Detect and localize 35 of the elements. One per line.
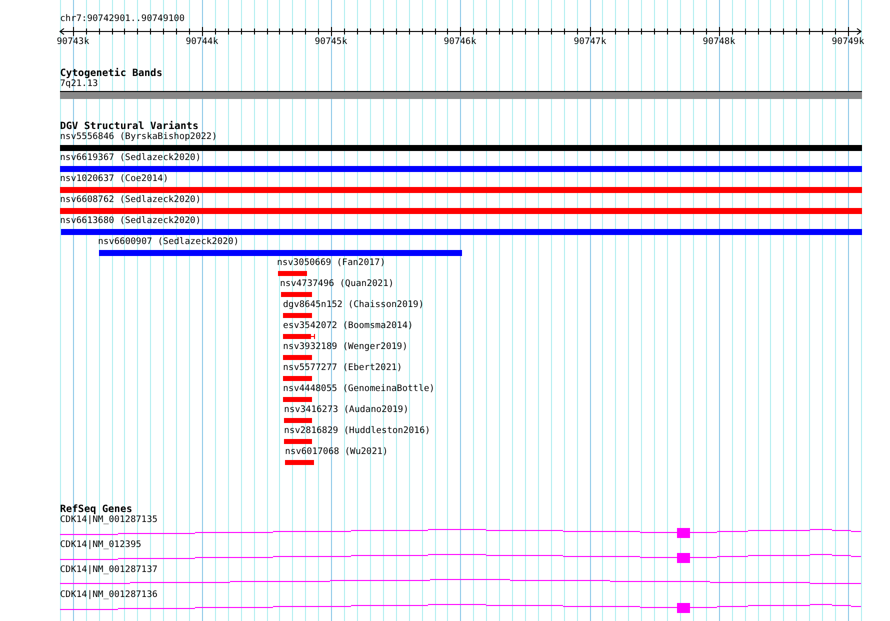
exon-block <box>677 528 690 538</box>
tick-label: 90746k <box>444 37 476 48</box>
tick-label: 90743k <box>56 37 90 48</box>
feature-label: CDK14|NM_012395 <box>60 540 142 551</box>
feature-label: nsv6600907 (Sedlazeck2020) <box>98 237 239 248</box>
track-title: DGV Structural Variants <box>60 121 198 132</box>
feature-label: CDK14|NM_001287137 <box>60 565 158 576</box>
feature-label: esv3542072 (Boomsma2014) <box>283 321 414 332</box>
feature-label: CDK14|NM_001287135 <box>60 515 158 526</box>
feature-label: CDK14|NM_001287136 <box>60 590 158 601</box>
exon-block <box>677 603 690 613</box>
feature-label: nsv4448055 (GenomeinaBottle) <box>283 384 435 395</box>
exon-block <box>677 553 690 563</box>
feature-label: dgv8645n152 (Chaisson2019) <box>283 300 424 311</box>
feature-label: 7q21.13 <box>60 79 98 90</box>
feature-label: nsv1020637 (Coe2014) <box>60 174 168 185</box>
feature-label: nsv6017068 (Wu2021) <box>285 447 388 458</box>
track-title: Cytogenetic Bands <box>60 68 162 79</box>
tick-label: 90747k <box>574 37 606 48</box>
tick-label: 90745k <box>314 37 348 48</box>
tick-label: 90749k <box>832 37 864 48</box>
tick-label: 90748k <box>702 37 736 48</box>
feature-label: nsv6608762 (Sedlazeck2020) <box>60 195 201 206</box>
feature-label: nsv4737496 (Quan2021) <box>280 279 394 290</box>
feature-label: nsv6613680 (Sedlazeck2020) <box>60 216 201 227</box>
feature-label: nsv6619367 (Sedlazeck2020) <box>60 153 201 164</box>
feature-label: nsv3416273 (Audano2019) <box>284 405 409 416</box>
feature-label: nsv5577277 (Ebert2021) <box>283 363 402 374</box>
region-label: chr7:90742901..90749100 <box>60 14 185 25</box>
tick-label: 90744k <box>186 37 218 48</box>
feature-label: nsv2816829 (Huddleston2016) <box>284 426 430 437</box>
feature-label: nsv3932189 (Wenger2019) <box>283 342 408 353</box>
feature-label: nsv3050669 (Fan2017) <box>277 258 386 269</box>
feature-label: nsv5556846 (ByrskaBishop2022) <box>60 132 218 143</box>
track-title: RefSeq Genes <box>60 504 132 515</box>
